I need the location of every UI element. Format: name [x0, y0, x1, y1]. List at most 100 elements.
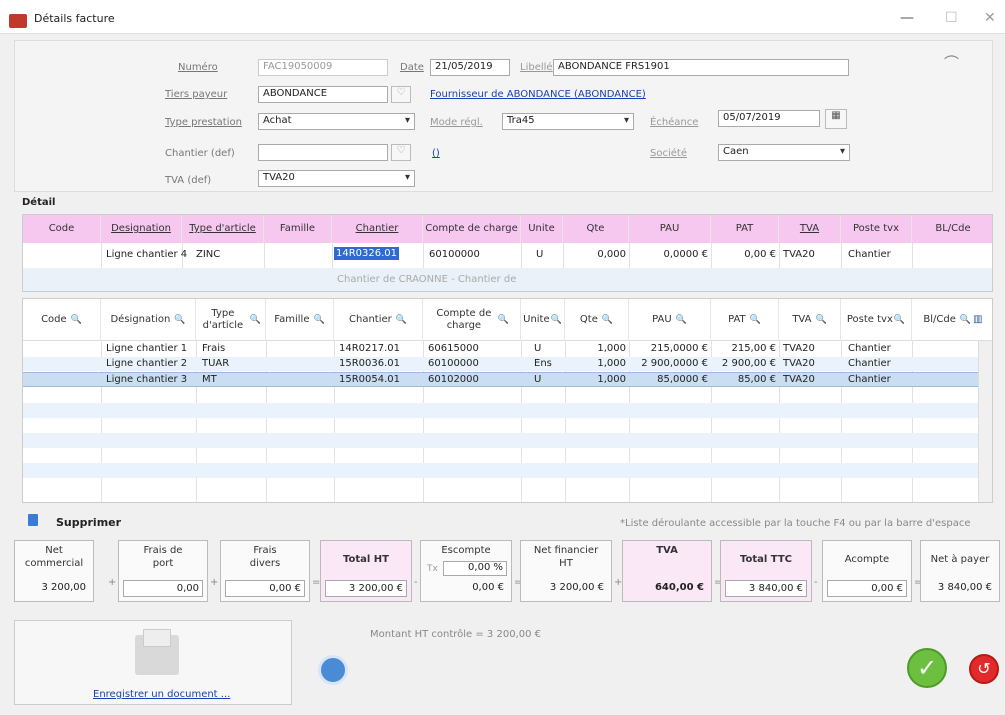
libelle-field[interactable]: ABONDANCE FRS1901: [553, 59, 849, 76]
help-icon[interactable]: ⌒: [944, 52, 959, 73]
edit-cell-type[interactable]: ZINC: [193, 249, 223, 260]
numero-field[interactable]: FAC19050009: [258, 59, 388, 76]
edit-cell-designation[interactable]: Ligne chantier 4: [103, 249, 190, 260]
row1-unite: U: [534, 343, 542, 354]
tiers-payeur-field[interactable]: ABONDANCE: [258, 86, 388, 103]
edit-header-type[interactable]: Type d'article: [182, 215, 264, 243]
net-financier-value: 3 200,00 €: [549, 582, 604, 593]
acompte-field[interactable]: 0,00 €: [827, 580, 907, 597]
chantier-lookup-icon[interactable]: ♡: [391, 144, 411, 161]
row2-compte: 60100000: [428, 358, 479, 369]
delete-button[interactable]: Supprimer: [56, 516, 121, 529]
grid-scrollbar[interactable]: [978, 341, 992, 502]
edit-cell-tva[interactable]: TVA20: [780, 249, 818, 260]
tiers-payeur-label: Tiers payeur: [165, 89, 228, 100]
grid-header-code[interactable]: Code 🔍: [23, 299, 101, 341]
edit-header-famille[interactable]: Famille: [264, 215, 332, 243]
grid-header-qte[interactable]: Qte 🔍: [565, 299, 629, 341]
row1-type: Frais: [202, 343, 226, 354]
grid-header-famille[interactable]: Famille 🔍: [266, 299, 334, 341]
paper-icon: [143, 629, 171, 647]
search-icon[interactable]: 🔍: [71, 314, 82, 326]
mode-regl-select[interactable]: Tra45: [502, 113, 634, 130]
grid-header-chantier[interactable]: Chantier 🔍: [334, 299, 423, 341]
edit-cell-poste[interactable]: Chantier: [845, 249, 894, 260]
edit-header-pat[interactable]: PAT: [711, 215, 779, 243]
search-icon[interactable]: 🔍: [960, 314, 971, 326]
fournisseur-link[interactable]: Fournisseur de ABONDANCE (ABONDANCE): [430, 89, 646, 100]
title-bar: Détails facture — ☐ ✕: [0, 0, 1005, 34]
calendar-icon[interactable]: ▦: [825, 109, 847, 129]
tiers-lookup-icon[interactable]: ♡: [391, 86, 411, 103]
edit-header-designation[interactable]: Designation: [101, 215, 182, 243]
edit-header-code[interactable]: Code: [23, 215, 101, 243]
edit-header-unite[interactable]: Unite: [521, 215, 563, 243]
edit-header-compte[interactable]: Compte de charge: [423, 215, 521, 243]
edit-header-qte[interactable]: Qte: [563, 215, 629, 243]
maximize-button[interactable]: ☐: [945, 10, 958, 26]
search-icon[interactable]: 🔍: [313, 314, 324, 326]
tva-def-select[interactable]: TVA20: [258, 170, 415, 187]
echeance-field[interactable]: 05/07/2019: [718, 110, 820, 127]
chantier-def-field[interactable]: [258, 144, 388, 161]
net-commercial-box: Net commercial 3 200,00: [14, 540, 94, 602]
refresh-icon[interactable]: [318, 655, 348, 685]
register-document-link[interactable]: Enregistrer un document ...: [93, 689, 230, 700]
search-icon[interactable]: 🔍: [602, 314, 613, 326]
grid-header-pat[interactable]: PAT 🔍: [711, 299, 779, 341]
escompte-rate-field[interactable]: 0,00 %: [443, 561, 507, 576]
search-icon[interactable]: 🔍: [250, 314, 261, 326]
societe-select[interactable]: Caen: [718, 144, 850, 161]
grid-header-tva[interactable]: TVA 🔍: [779, 299, 841, 341]
edit-header-tva[interactable]: TVA: [779, 215, 841, 243]
edit-header-chantier[interactable]: Chantier: [332, 215, 423, 243]
grid-header-poste[interactable]: Poste tvx 🔍: [841, 299, 912, 341]
total-ttc-box: Total TTC 3 840,00 €: [720, 540, 812, 602]
date-field[interactable]: 21/05/2019: [430, 59, 510, 76]
grid-header-blcde[interactable]: Bl/Cde 🔍 ▥: [912, 299, 992, 341]
search-icon[interactable]: 🔍: [894, 314, 905, 326]
edit-cell-pau[interactable]: 0,0000 €: [629, 249, 711, 260]
cancel-icon[interactable]: ↺: [969, 654, 999, 684]
document-drop-zone[interactable]: Enregistrer un document ...: [14, 620, 292, 705]
search-icon[interactable]: 🔍: [750, 314, 761, 326]
validate-check-icon[interactable]: ✓: [907, 648, 947, 688]
edit-header-poste[interactable]: Poste tvx: [841, 215, 912, 243]
edit-cell-qte[interactable]: 0,000: [563, 249, 629, 260]
search-icon[interactable]: 🔍: [676, 314, 687, 326]
tva-value: 640,00 €: [654, 582, 704, 593]
search-icon[interactable]: 🔍: [396, 314, 407, 326]
trash-icon[interactable]: [28, 514, 38, 526]
row3-pau: 85,0000 €: [657, 374, 708, 385]
grid-header-pau[interactable]: PAU 🔍: [629, 299, 711, 341]
edit-header-blcde[interactable]: BL/Cde: [912, 215, 992, 243]
frais-port-field[interactable]: 0,00: [123, 580, 203, 597]
search-icon[interactable]: 🔍: [498, 314, 509, 326]
frais-divers-field[interactable]: 0,00 €: [225, 580, 305, 597]
edit-cell-compte[interactable]: 60100000: [426, 249, 483, 260]
search-icon[interactable]: 🔍: [551, 314, 562, 326]
grid-header-designation[interactable]: Désignation 🔍: [101, 299, 196, 341]
type-prestation-select[interactable]: Achat: [258, 113, 415, 130]
edit-cell-unite[interactable]: U: [533, 249, 546, 260]
edit-cell-pat[interactable]: 0,00 €: [711, 249, 779, 260]
grid-header-type[interactable]: Type d'article 🔍: [196, 299, 266, 341]
chantier-def-link[interactable]: (): [432, 148, 440, 159]
edit-header-pau[interactable]: PAU: [629, 215, 711, 243]
grid-header-compte[interactable]: Compte de charge 🔍: [423, 299, 521, 341]
close-button[interactable]: ✕: [984, 10, 996, 26]
escompte-box: Escompte Tx 0,00 % 0,00 €: [420, 540, 512, 602]
grid-header-unite[interactable]: Unite 🔍: [521, 299, 565, 341]
tva-def-label: TVA (def): [165, 175, 212, 186]
f4-hint: *Liste déroulante accessible par la touc…: [620, 518, 971, 529]
net-commercial-value: 3 200,00: [41, 582, 86, 593]
societe-label: Société: [650, 148, 687, 159]
search-icon[interactable]: 🔍: [815, 314, 826, 326]
trash-icon[interactable]: ▥: [973, 314, 982, 326]
row2-tva: TVA20: [783, 358, 815, 369]
invoice-lines-grid: Code 🔍 Désignation 🔍 Type d'article 🔍 Famil…: [22, 298, 993, 503]
row1-designation: Ligne chantier 1: [106, 343, 188, 354]
minimize-button[interactable]: —: [900, 10, 914, 26]
search-icon[interactable]: 🔍: [174, 314, 185, 326]
edit-cell-chantier[interactable]: 14R0326.01: [334, 247, 400, 260]
